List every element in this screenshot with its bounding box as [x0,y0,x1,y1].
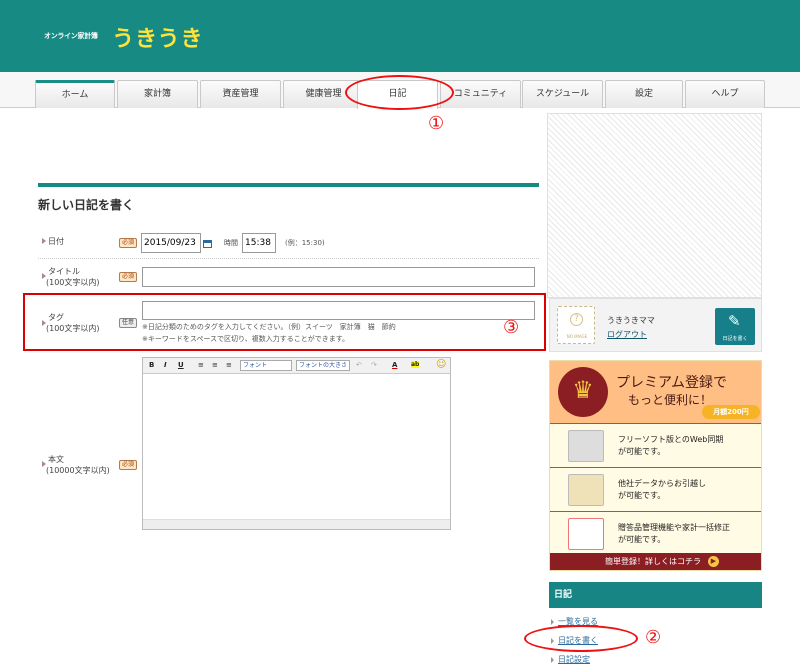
feature-1-text-a: フリーソフト版とのWeb同期 [618,435,724,444]
premium-price: 月額200円 [702,405,760,419]
feature-3-text-b: が可能です。 [618,535,666,544]
tab-settings[interactable]: 設定 [605,80,683,108]
body-limit: (10000文字以内) [46,466,110,475]
premium-title-1: プレミアム登録で [616,375,728,391]
arrow-right-icon: ▶ [708,556,719,567]
crown-icon: ♛ [558,367,608,417]
premium-feature-sync: フリーソフト版とのWeb同期 が可能です。 [550,423,761,467]
bold-button[interactable]: B [149,361,154,369]
tag-note-2: ※キーワードをスペースで区切り、複数入力することができます。 [142,335,350,343]
date-input[interactable]: 2015/09/23 [141,233,201,253]
site-header: オンライン家計簿 うきうき [0,0,800,72]
calculator-icon [568,518,604,550]
site-logo[interactable]: うきうき [112,21,204,53]
tag-input[interactable] [142,301,535,320]
date-label: 日付 [48,237,64,246]
feature-2-text-b: が可能です。 [618,491,666,500]
sidebar-link-settings[interactable]: 日記設定 [558,654,590,665]
time-example: (例：15:30) [285,239,325,247]
italic-button[interactable]: I [164,361,167,369]
premium-feature-gifts: 贈答品管理機能や家計一括修正 が可能です。 [550,511,761,555]
tab-schedule[interactable]: スケジュール [522,80,603,108]
redo-icon[interactable]: ↷ [371,361,377,369]
title-input[interactable] [142,267,535,287]
avatar-text: NO IMAGE [566,334,588,339]
emoji-icon[interactable]: ☺ [436,359,446,370]
editor-toolbar: B I U ≡ ≡ ≡ フォント フォントの大きさ ↶ ↷ A ab ☺ [143,358,450,374]
undo-icon[interactable]: ↶ [356,361,362,369]
tag-note-1: ※日記分類のためのタグを入力してください。（例）スイーツ 家計簿 猫 節約 [142,323,396,331]
bullet-icon [551,657,554,663]
annotation-circle-write-link [524,625,638,652]
required-badge: 必須 [119,238,138,248]
sidebar-diary-heading: 日記 [549,582,762,608]
tab-home[interactable]: ホーム [35,80,115,108]
ad-placeholder [547,113,762,298]
write-diary-button[interactable]: ✎ 日記を書く [715,308,755,345]
tab-household-budget[interactable]: 家計簿 [117,80,198,108]
editor-statusbar [143,519,450,529]
time-label: 時間 [224,239,238,247]
align-left-icon[interactable]: ≡ [198,361,204,369]
body-label: 本文 [48,455,64,464]
write-diary-button-label: 日記を書く [722,336,748,342]
question-icon: ? [570,313,583,326]
premium-feature-import: 他社データからお引越し が可能です。 [550,467,761,511]
required-badge: 必須 [119,460,138,470]
underline-button[interactable]: U [178,361,184,369]
annotation-number-3: ③ [503,317,520,338]
tab-asset-management[interactable]: 資産管理 [200,80,281,108]
annotation-number-1: ① [428,113,445,134]
bullet-icon [551,619,554,625]
premium-cta[interactable]: 簡単登録！詳しくはコチラ ▶ [550,553,761,570]
premium-title-2: もっと便利に！ [628,393,713,407]
highlight-icon[interactable]: ab [411,361,420,368]
feature-2-text-a: 他社データからお引越し [618,479,706,488]
logout-link[interactable]: ログアウト [607,329,647,340]
font-select[interactable]: フォント [240,360,292,371]
text-color-icon[interactable]: A [392,361,397,369]
title-label: タイトル [48,267,80,276]
user-panel: ? NO IMAGE うきうきママ ログアウト ✎ 日記を書く [549,298,762,352]
title-limit: (100文字以内) [46,278,100,287]
user-name: うきうきママ [607,316,655,325]
tag-label: タグ [48,313,64,322]
feature-1-text-b: が可能です。 [618,447,666,456]
optional-badge: 任意 [119,318,138,328]
required-badge: 必須 [119,272,138,282]
font-size-select[interactable]: フォントの大きさ [296,360,350,371]
premium-banner[interactable]: ♛ プレミアム登録で もっと便利に！ 月額200円 フリーソフト版とのWeb同期… [549,360,762,571]
calendar-icon[interactable] [203,240,212,248]
bullet-icon [42,238,46,244]
pen-icon: ✎ [728,312,741,330]
align-center-icon[interactable]: ≡ [212,361,218,369]
annotation-number-2: ② [645,627,662,648]
rich-text-editor[interactable]: B I U ≡ ≡ ≡ フォント フォントの大きさ ↶ ↷ A ab ☺ [142,357,451,530]
page-title: 新しい日記を書く [38,198,135,212]
computer-icon [568,430,604,462]
avatar: ? NO IMAGE [557,306,595,344]
file-icon [568,474,604,506]
premium-header: ♛ プレミアム登録で もっと便利に！ 月額200円 [550,361,761,423]
align-right-icon[interactable]: ≡ [226,361,232,369]
section-divider [38,183,539,187]
tag-limit: (100文字以内) [46,324,100,333]
time-input[interactable]: 15:38 [242,233,276,253]
premium-cta-label: 簡単登録！詳しくはコチラ [605,557,701,566]
row-divider [38,258,539,259]
feature-3-text-a: 贈答品管理機能や家計一括修正 [618,523,730,532]
annotation-circle-diary-tab [345,75,454,110]
tab-help[interactable]: ヘルプ [685,80,765,108]
logo-subtitle: オンライン家計簿 [44,32,98,40]
